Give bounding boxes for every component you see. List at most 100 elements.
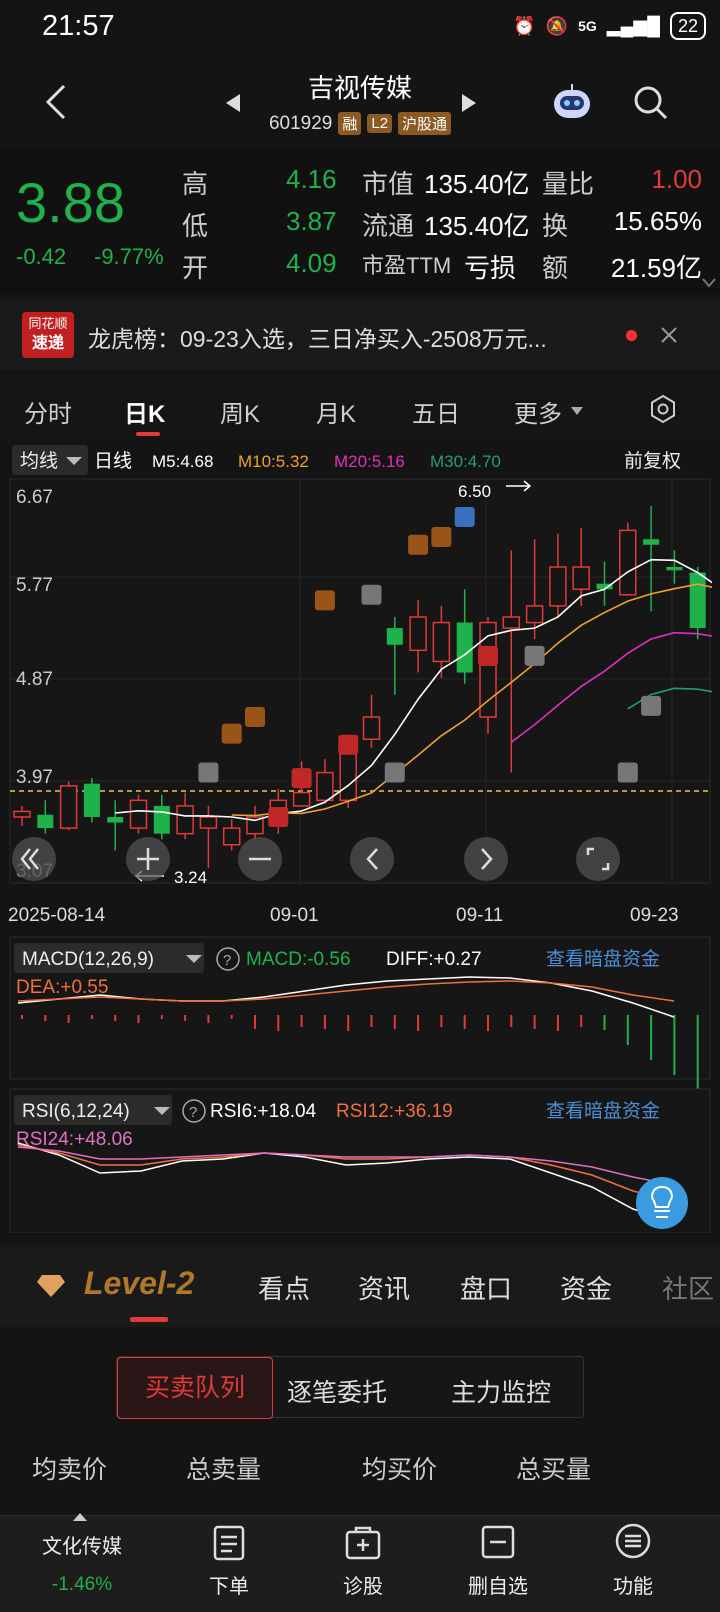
- signal-badge: [268, 807, 289, 827]
- tab-monthly[interactable]: 月K: [316, 394, 356, 429]
- menu-icon[interactable]: [614, 1522, 652, 1560]
- candle-body: [409, 616, 427, 652]
- scroll-right-button[interactable]: [464, 837, 508, 881]
- tip-button[interactable]: [636, 1177, 688, 1229]
- rsi-selector[interactable]: RSI(6,12,24): [22, 1101, 130, 1122]
- prev-stock-icon[interactable]: [224, 92, 242, 114]
- signal-badge: [314, 590, 335, 611]
- signal-badge: [198, 762, 219, 783]
- level2-indicator: [130, 1317, 168, 1322]
- news-banner[interactable]: 同花顺 速递 龙虎榜：09-23入选，三日净买入-2508万元...: [0, 300, 720, 370]
- ma10-value: M10:5.32: [238, 452, 309, 471]
- adjust-mode[interactable]: 前复权: [624, 450, 681, 472]
- unread-dot: [626, 330, 637, 341]
- candle-body: [619, 529, 637, 596]
- macd-dark-pool-link[interactable]: 查看暗盘资金: [546, 948, 660, 970]
- tab-highlights[interactable]: 看点: [258, 1269, 310, 1306]
- last-price: 3.88: [16, 171, 125, 234]
- sector-name[interactable]: 文化传媒: [14, 1530, 150, 1559]
- zoom-out-button[interactable]: [12, 837, 56, 881]
- signal-badge: [478, 645, 498, 666]
- tab-more[interactable]: 更多: [514, 394, 562, 429]
- y-label-2: 5.77: [16, 575, 53, 596]
- signal-badge: [408, 534, 429, 555]
- network-label: 5G: [578, 18, 597, 34]
- macd-selector[interactable]: MACD(12,26,9): [22, 949, 154, 970]
- rsi-help-icon-glyph: ?: [189, 1104, 197, 1121]
- x-label-4: 09-23: [630, 905, 679, 926]
- candle-body: [129, 799, 148, 829]
- signal-badge: [524, 645, 545, 666]
- scroll-left-button[interactable]: [350, 837, 394, 881]
- close-icon[interactable]: [660, 326, 678, 344]
- tab-orderbook[interactable]: 盘口: [460, 1269, 512, 1306]
- tab-capital[interactable]: 资金: [560, 1269, 612, 1306]
- signal-badge: [361, 584, 382, 605]
- x-label-1: 2025-08-14: [8, 905, 106, 926]
- tab-5day[interactable]: 五日: [412, 394, 460, 429]
- tab-bid-ask-queue[interactable]: 买卖队列: [117, 1357, 273, 1419]
- price-change: -0.42: [16, 244, 67, 269]
- open-value: 4.09: [286, 248, 337, 278]
- rsi12-value: RSI12:+36.19: [336, 1101, 453, 1122]
- robot-assistant-icon[interactable]: [550, 82, 594, 122]
- low-value: 3.87: [286, 206, 337, 236]
- rsi6-value: RSI6:+18.04: [210, 1101, 317, 1122]
- pe-value: 亏损: [464, 253, 517, 283]
- tab-daily[interactable]: 日K: [124, 394, 165, 429]
- signal-badge: [245, 707, 265, 727]
- ma-selector[interactable]: 均线: [20, 450, 58, 472]
- candle-body: [107, 817, 124, 823]
- order-icon[interactable]: [212, 1524, 246, 1562]
- help-icon-glyph: ?: [223, 952, 231, 969]
- y-label-4: 3.97: [16, 767, 53, 788]
- candle-body: [572, 566, 590, 590]
- expand-icon[interactable]: [702, 278, 716, 288]
- search-icon[interactable]: [632, 84, 670, 122]
- settings-icon[interactable]: [648, 394, 678, 424]
- nav-functions[interactable]: 功能: [600, 1570, 666, 1599]
- candle-body: [386, 628, 403, 645]
- candle-body: [292, 791, 311, 807]
- tab-intraday[interactable]: 分时: [24, 394, 72, 429]
- candle-body: [59, 785, 78, 829]
- x-label-3: 09-11: [456, 905, 503, 926]
- signal-badge: [338, 734, 359, 755]
- candle-body: [689, 572, 706, 629]
- x-label-2: 09-01: [270, 905, 319, 926]
- connect-tag: 沪股通: [398, 112, 452, 135]
- bottom-navbar: 文化传媒 -1.46% 下单 诊股 删自选 功能: [0, 1513, 720, 1612]
- nav-order[interactable]: 下单: [196, 1570, 262, 1599]
- status-time: 21:57: [42, 10, 115, 42]
- fullscreen-button[interactable]: [576, 837, 620, 881]
- diamond-icon: [37, 1275, 65, 1297]
- tab-order-by-order[interactable]: 逐笔委托: [287, 1373, 387, 1409]
- remove-watchlist-icon[interactable]: [480, 1524, 516, 1560]
- tab-news[interactable]: 资讯: [358, 1269, 410, 1306]
- candle-body: [13, 810, 31, 818]
- detail-tabs: Level-2 看点 资讯 盘口 资金 社区: [0, 1245, 720, 1327]
- candle-body: [37, 814, 54, 829]
- high-mark: 6.50: [458, 482, 491, 501]
- nav-remove-watchlist[interactable]: 删自选: [458, 1570, 538, 1599]
- nav-diagnose[interactable]: 诊股: [330, 1570, 396, 1599]
- news-logo: 同花顺 速递: [22, 312, 74, 358]
- diagnose-icon[interactable]: [344, 1524, 382, 1562]
- tab-main-monitor[interactable]: 主力监控: [451, 1373, 551, 1409]
- tab-community[interactable]: 社区: [662, 1269, 720, 1306]
- open-label: 开: [182, 253, 209, 283]
- next-stock-icon[interactable]: [460, 92, 478, 114]
- caret-up-icon: [73, 1513, 87, 1521]
- tab-weekly[interactable]: 周K: [220, 394, 260, 429]
- kline-chart[interactable]: 均线 日线 M5:4.68 M10:5.32 M20:5.16 M30:4.70…: [8, 443, 712, 1233]
- turnover-label: 换: [542, 211, 569, 241]
- alarm-icon: ⏰: [513, 15, 536, 36]
- ma5-value: M5:4.68: [152, 452, 213, 471]
- candle-body: [643, 539, 660, 545]
- tab-level2[interactable]: Level-2: [84, 1265, 194, 1302]
- active-tab-indicator: [136, 432, 160, 436]
- sector-change: -1.46%: [51, 1574, 113, 1595]
- rsi-dark-pool-link[interactable]: 查看暗盘资金: [546, 1100, 660, 1122]
- ma20-value: M20:5.16: [334, 452, 405, 471]
- col-avg-bid: 均买价: [362, 1456, 438, 1484]
